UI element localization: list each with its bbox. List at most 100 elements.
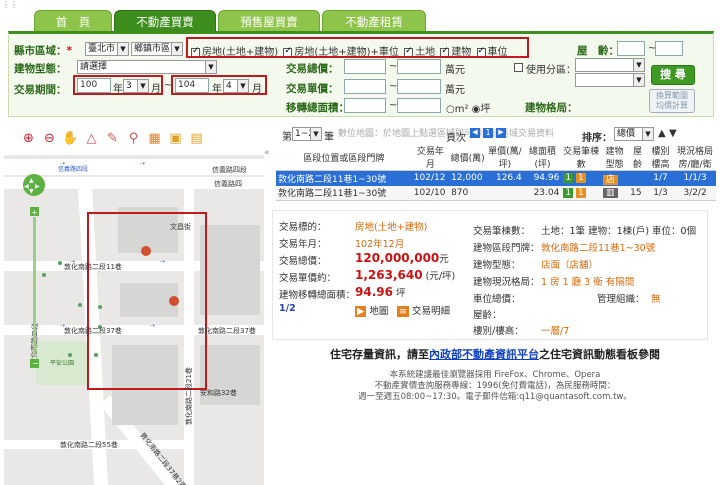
to-month-select[interactable]: 4 ▼ — [223, 79, 249, 93]
cell-addr: 敦化南路二段11巷1~30號 — [276, 185, 412, 201]
svg-text:⇢: ⇢ — [140, 160, 145, 167]
detail-label: 建物移轉總面積： — [279, 290, 356, 301]
col-header[interactable]: 總價(萬) — [449, 144, 487, 171]
detail-area: 94.96 — [355, 285, 393, 299]
unit-max-input[interactable] — [397, 79, 441, 94]
next-page-icon[interactable]: ▶ — [496, 128, 506, 138]
detail-label: 建物區段門牌： — [473, 243, 540, 254]
district-select[interactable]: 鄉鎮市區 ▼ — [131, 42, 183, 56]
detail-label: 屋齡： — [473, 310, 502, 321]
age-max-input[interactable] — [655, 41, 683, 56]
use-zone-sub-select[interactable]: ▼ — [575, 73, 645, 87]
map-canvas: ⇢ ⇢⇢ ⇢⇢ ⇢ 信義路四段 信義路四 信義路四段 文昌街 敦化南路二段11巷 敦化… — [0, 155, 264, 485]
county-select[interactable]: 臺北市 ▼ — [85, 42, 129, 56]
map-area[interactable]: ⇢ ⇢ ⇢ ⇢ ⇢ ⇢ 信義路四段 信義路四 信義路四段 文昌街 敦化南路二段11巷 敦化… — [0, 155, 264, 485]
tab-sale[interactable]: 不動產買賣 — [114, 10, 216, 32]
sort-select[interactable]: 總價 ▼ — [614, 127, 654, 141]
from-year-input[interactable]: 100 — [77, 78, 111, 93]
to-year-input[interactable]: 104 — [175, 78, 209, 93]
unit-min-input[interactable] — [344, 79, 386, 94]
cell-floor: 1/3 — [646, 185, 675, 201]
prev-page-icon[interactable]: ◀ — [470, 128, 480, 138]
tab-home[interactable]: 首 頁 — [34, 10, 112, 32]
area-max-input[interactable] — [397, 98, 441, 113]
cell-layout: 1/1/3 — [674, 170, 716, 186]
col-header[interactable]: 總面積(坪) — [523, 144, 562, 171]
grid-icon[interactable]: ▦ — [146, 130, 163, 147]
zoom-out-icon[interactable]: ⊖ — [41, 130, 58, 147]
detail-panel: 交易標的： 房地(土地+建物) 交易年月： 102年12月 交易總價： 120,… — [272, 210, 708, 340]
cell-age: 15 — [628, 185, 647, 201]
col-header[interactable]: 現況格局房/廳/衛 — [674, 144, 716, 171]
btype-select[interactable]: 請選擇 ▼ — [77, 60, 217, 74]
detail-label: 樓別/樓高： — [473, 326, 524, 337]
detail-label: 交易單價約： — [279, 273, 337, 284]
cell-layout: 3/2/2 — [674, 185, 716, 201]
results-header: 第 1~2 ▼ 筆 數位地圖：於地圖上點選區域即可顯示該區域交易資料 頁次 ◀ 1… — [280, 126, 720, 144]
pan-hand-icon[interactable]: ✋ — [62, 130, 79, 147]
area-min-input[interactable] — [344, 98, 386, 113]
map-toolbar: ⊕ ⊖ ✋ △ ✎ ⚲ ▦ ▣ ▤ — [20, 130, 205, 147]
layout-label: 建物格局： — [525, 102, 578, 114]
col-header[interactable]: 區段位置或區段門牌 — [276, 144, 412, 171]
street-label: 敦化南路二段37巷 — [64, 326, 122, 335]
page-number[interactable]: 1 — [483, 128, 493, 138]
chevron-down-icon: ▼ — [633, 59, 644, 71]
detail-button[interactable]: ≡ 交易明細 — [397, 303, 450, 317]
tab-rent[interactable]: 不動產租賃 — [322, 10, 426, 32]
btype-label: 建物型態： — [14, 63, 67, 75]
use-zone-checkbox[interactable] — [514, 63, 523, 72]
calc-range-button[interactable]: 換算範圍 均價計算 — [649, 89, 695, 113]
col-header[interactable]: 樓別樓高 — [646, 144, 675, 171]
property-marker[interactable] — [169, 296, 179, 306]
table-row[interactable]: 敦化南路二段11巷1~30號 102/10 870 23.04 1 1 ▥ 15… — [276, 185, 716, 201]
park-label: 平安公園 — [50, 359, 74, 367]
map-button[interactable]: ▶ 地圖 — [355, 303, 388, 317]
cell-ym: 102/10 — [411, 185, 450, 201]
store-icon: 店 — [603, 174, 619, 185]
col-header[interactable]: 屋齡 — [628, 144, 647, 171]
detail-addr: 敦化南路二段11巷1~30號 — [541, 243, 656, 254]
svg-text:▲: ▲ — [29, 177, 34, 184]
from-month-select[interactable]: 3 ▼ — [123, 79, 149, 93]
total-label: 交易總價： — [286, 63, 339, 75]
tab-presale[interactable]: 預售屋買賣 — [218, 10, 320, 32]
table-row[interactable]: 敦化南路二段11巷1~30號 102/12 12,000 126.4 94.96… — [276, 170, 716, 186]
cell-total: 12,000 — [449, 170, 487, 186]
collapse-panel-icon[interactable]: « — [264, 148, 274, 160]
year-word: 年 — [113, 84, 123, 95]
detail-ym: 102年12月 — [355, 239, 405, 250]
chevron-down-icon: ▼ — [633, 74, 644, 86]
cell-total: 870 — [449, 185, 487, 201]
detail-label: 交易標的： — [279, 222, 327, 233]
search-button[interactable]: 搜 尋 — [651, 65, 695, 85]
total-min-input[interactable] — [344, 59, 386, 74]
draw-pen-icon[interactable]: ✎ — [104, 130, 121, 147]
detail-layout: 1 房 1 廳 3 衛 有隔間 — [541, 277, 635, 288]
zoom-in-icon[interactable]: ⊕ — [20, 130, 37, 147]
cell-btype: ▥ — [601, 185, 629, 201]
col-header[interactable]: 建物型態 — [601, 144, 629, 171]
street-label: 敦化南路二段55巷 — [60, 440, 118, 449]
locate-icon[interactable]: ⚲ — [125, 130, 142, 147]
measure-icon[interactable]: △ — [83, 130, 100, 147]
use-zone-select[interactable]: ▼ — [575, 58, 645, 72]
sort-desc-icon[interactable]: ▼ — [669, 128, 677, 139]
property-marker[interactable] — [141, 246, 151, 256]
area-label: 移轉總面積： — [286, 102, 349, 114]
cell-floor: 1/7 — [646, 170, 675, 186]
print-icon[interactable]: ▤ — [188, 130, 205, 147]
layer-icon[interactable]: ▣ — [167, 130, 184, 147]
platform-link[interactable]: 內政部不動產資訊平台 — [429, 348, 539, 361]
street-label: 信義路四 — [214, 179, 242, 188]
col-header[interactable]: 單價(萬/坪) — [486, 144, 524, 171]
total-max-input[interactable] — [397, 59, 441, 74]
radio-m2[interactable]: ○ — [446, 104, 455, 115]
sort-asc-icon[interactable]: ▲ — [658, 128, 666, 139]
unit-price-label: 交易單價： — [286, 83, 339, 95]
col-header[interactable]: 交易年月 — [411, 144, 450, 171]
record-range-select[interactable]: 1~2 ▼ — [292, 127, 322, 141]
col-header[interactable]: 交易筆棟數 — [561, 144, 602, 171]
area-unit-radios: ○m² ◉坪 — [446, 104, 491, 115]
age-min-input[interactable] — [617, 41, 645, 56]
